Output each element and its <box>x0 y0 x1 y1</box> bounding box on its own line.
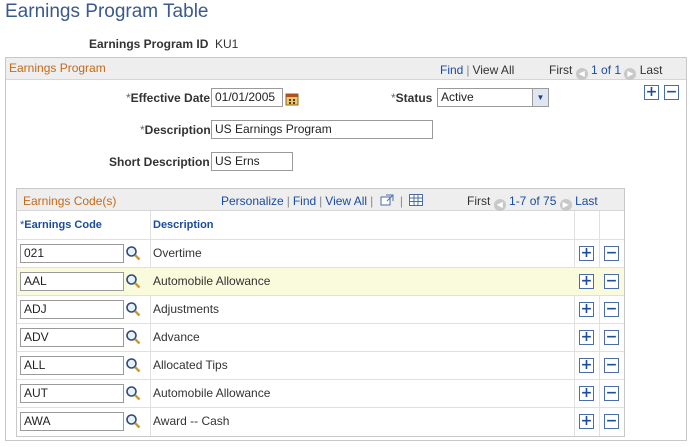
add-row-button[interactable]: + <box>579 274 594 289</box>
magnifier-icon[interactable] <box>125 357 141 373</box>
earnings-code-input[interactable]: ALL <box>20 356 124 375</box>
magnifier-icon[interactable] <box>125 245 141 261</box>
magnifier-icon[interactable] <box>125 413 141 429</box>
add-program-button[interactable]: + <box>644 85 659 100</box>
description-input[interactable]: US Earnings Program <box>211 120 433 139</box>
status-value: Active <box>441 90 474 104</box>
chevron-down-icon[interactable]: ▼ <box>532 89 548 106</box>
grid-find-link[interactable]: Find <box>293 194 316 208</box>
remove-row-button[interactable]: − <box>604 358 619 373</box>
view-all-link[interactable]: View All <box>472 63 514 77</box>
remove-program-button[interactable]: − <box>664 85 679 100</box>
grid-toolbar: Personalize | Find | View All | | <box>221 194 424 208</box>
remove-row-button[interactable]: − <box>604 246 619 261</box>
add-row-button[interactable]: + <box>579 414 594 429</box>
page-title: Earnings Program Table <box>5 1 209 22</box>
find-link[interactable]: Find <box>440 63 463 77</box>
earnings-code-input[interactable]: AUT <box>20 384 124 403</box>
remove-row-button[interactable]: − <box>604 386 619 401</box>
short-description-input[interactable]: US Erns <box>211 152 293 171</box>
earnings-program-header: Earnings Program Find | View All First ◀ 1… <box>6 58 686 80</box>
program-id-value: KU1 <box>215 37 239 51</box>
last-label[interactable]: Last <box>640 63 663 77</box>
earnings-code-description: Automobile Allowance <box>153 274 271 288</box>
short-description-label: Short Description <box>109 155 210 169</box>
grid-first-label[interactable]: First <box>467 194 490 208</box>
magnifier-icon[interactable] <box>125 273 141 289</box>
earnings-code-input[interactable]: ADV <box>20 328 124 347</box>
add-row-button[interactable]: + <box>579 330 594 345</box>
next-arrow-icon[interactable]: ▶ <box>624 68 637 80</box>
calendar-icon[interactable] <box>285 92 299 106</box>
earnings-code-description: Adjustments <box>153 302 220 316</box>
magnifier-icon[interactable] <box>125 385 141 401</box>
magnifier-icon[interactable] <box>125 301 141 317</box>
table-row: AAL Automobile Allowance + − <box>17 267 624 295</box>
prev-arrow-icon[interactable]: ◀ <box>575 68 588 80</box>
earnings-code-description: Award -- Cash <box>153 414 230 428</box>
grid-view-all-link[interactable]: View All <box>325 194 367 208</box>
table-row: AWA Award -- Cash + − <box>17 407 624 435</box>
earnings-code-description: Overtime <box>153 246 202 260</box>
earnings-codes-grid: Earnings Code(s) Personalize | Find | View A… <box>16 188 625 437</box>
col-header-description[interactable]: Description <box>153 219 214 231</box>
table-row: ADJ Adjustments + − <box>17 295 624 323</box>
earnings-program-title: Earnings Program <box>9 61 106 75</box>
remove-row-button[interactable]: − <box>604 330 619 345</box>
new-window-icon[interactable] <box>380 194 394 206</box>
remove-row-button[interactable]: − <box>604 302 619 317</box>
magnifier-icon[interactable] <box>125 329 141 345</box>
status-select[interactable]: Active ▼ <box>437 88 549 107</box>
earnings-code-description: Automobile Allowance <box>153 386 271 400</box>
status-label: *Status <box>391 91 433 105</box>
description-label: *Description <box>140 123 211 137</box>
add-row-button[interactable]: + <box>579 358 594 373</box>
download-grid-icon[interactable] <box>409 194 424 206</box>
page-position: 1 of 1 <box>591 63 622 77</box>
first-label[interactable]: First <box>549 63 572 77</box>
grid-next-arrow-icon[interactable]: ▶ <box>559 199 572 211</box>
effective-date-label: *Effective Date <box>126 91 211 105</box>
add-row-button[interactable]: + <box>579 302 594 317</box>
program-id-label: Earnings Program ID <box>89 37 209 51</box>
grid-prev-arrow-icon[interactable]: ◀ <box>493 199 506 211</box>
personalize-link[interactable]: Personalize <box>221 194 284 208</box>
remove-row-button[interactable]: − <box>604 414 619 429</box>
earnings-code-input[interactable]: ADJ <box>20 300 124 319</box>
table-row: ADV Advance + − <box>17 323 624 351</box>
earnings-codes-header: Earnings Code(s) Personalize | Find | View A… <box>17 189 624 211</box>
add-row-button[interactable]: + <box>579 386 594 401</box>
table-row: ALL Allocated Tips + − <box>17 351 624 379</box>
table-row: 021 Overtime + − <box>17 239 624 267</box>
table-row: AUT Automobile Allowance + − <box>17 379 624 407</box>
earnings-code-input[interactable]: 021 <box>20 244 124 263</box>
earnings-code-input[interactable]: AAL <box>20 272 124 291</box>
grid-page-position: 1-7 of 75 <box>509 194 557 208</box>
earnings-program-nav: Find | View All <box>440 63 515 77</box>
grid-last-label[interactable]: Last <box>575 194 598 208</box>
effective-date-input[interactable]: 01/01/2005 <box>211 88 283 107</box>
earnings-program-pager: First ◀ 1 of 1 ▶ Last <box>549 63 662 80</box>
earnings-code-description: Advance <box>153 330 200 344</box>
grid-pager: First ◀ 1-7 of 75 ▶ Last <box>467 194 598 211</box>
earnings-code-description: Allocated Tips <box>153 358 228 372</box>
col-header-earnings-code[interactable]: *Earnings Code <box>20 219 102 231</box>
remove-row-button[interactable]: − <box>604 274 619 289</box>
earnings-codes-title: Earnings Code(s) <box>23 194 117 208</box>
add-row-button[interactable]: + <box>579 246 594 261</box>
earnings-code-input[interactable]: AWA <box>20 412 124 431</box>
